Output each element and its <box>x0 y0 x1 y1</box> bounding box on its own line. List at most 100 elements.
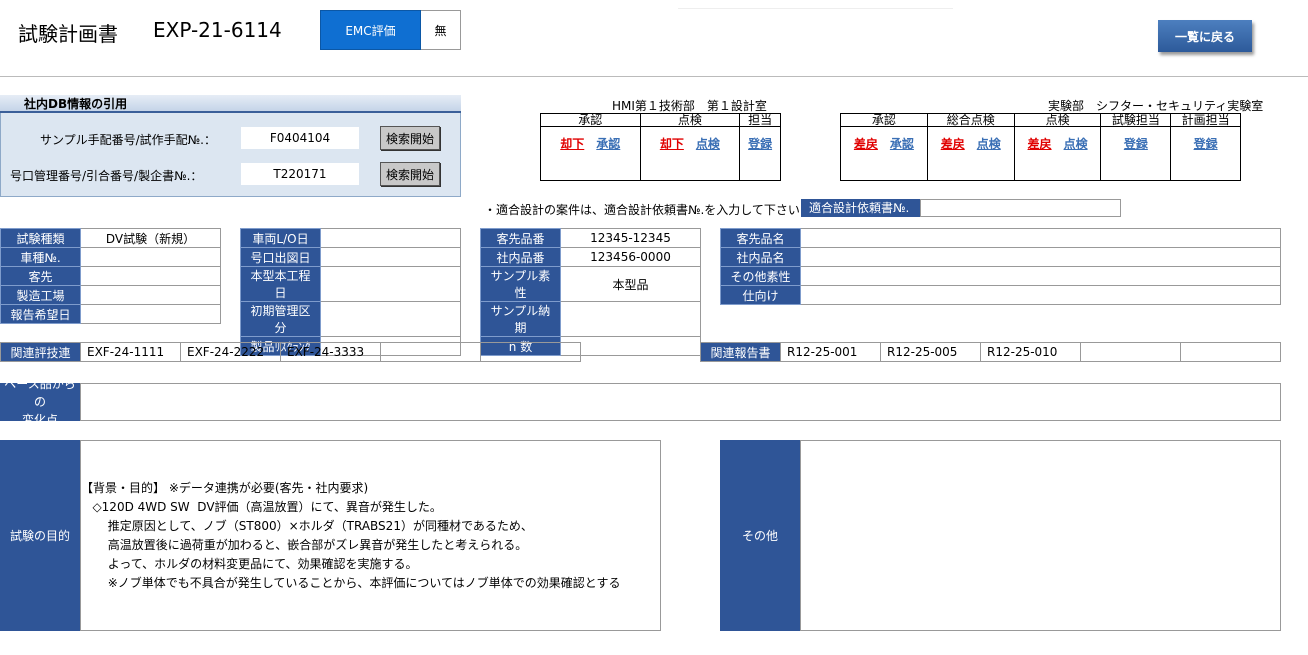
register-link[interactable]: 登録 <box>748 137 772 151</box>
approval-cell: 差戻 承認 <box>840 126 928 181</box>
test-approval-table: 承認 総合点検 点検 試験担当 計画担当 差戻 承認 差戻 点検 差戻 点検 登録 登… <box>840 113 1241 181</box>
approve-link[interactable]: 承認 <box>596 137 620 151</box>
customer-part-name-value[interactable] <box>800 228 1281 248</box>
reject-link[interactable]: 却下 <box>660 137 684 151</box>
customer-value[interactable] <box>80 266 221 286</box>
sample-delivery-value[interactable] <box>560 301 701 337</box>
related-evaluation-cell[interactable]: EXF-24-2222 <box>180 342 281 362</box>
field-label: 本型本工程日 <box>240 266 321 302</box>
test-purpose-text[interactable]: 【背景・目的】 ※データ連携が必要(客先・社内要求) ◇120D 4WD SW … <box>80 440 661 631</box>
search-sample-button[interactable]: 検索開始 <box>380 126 440 150</box>
purpose-line: 【背景・目的】 ※データ連携が必要(客先・社内要求) <box>81 481 369 495</box>
vehicle-lo-value[interactable] <box>320 228 461 248</box>
related-evaluation-row: 関連評技連 EXF-24-1111 EXF-24-2222 EXF-24-333… <box>0 342 581 362</box>
change-point-label: ベース品からの 変化点 <box>0 377 80 427</box>
related-report-row: 関連報告書 R12-25-001 R12-25-005 R12-25-010 <box>700 342 1281 362</box>
register-link[interactable]: 登録 <box>1124 137 1148 151</box>
factory-value[interactable] <box>80 285 221 305</box>
field-label: 製造工場 <box>0 285 81 305</box>
approve-link[interactable]: 承認 <box>890 137 914 151</box>
field-label: 客先品番 <box>480 228 561 248</box>
destination-value[interactable] <box>800 285 1281 305</box>
related-evaluation-cell[interactable] <box>380 342 481 362</box>
other-label: その他 <box>720 440 800 631</box>
related-report-cell[interactable]: R12-25-005 <box>880 342 981 362</box>
initial-control-value[interactable] <box>320 301 461 337</box>
sample-order-input[interactable]: F0404104 <box>241 127 359 149</box>
purpose-line: よって、ホルダの材料変更品にて、効果確認を実施する。 <box>81 557 418 571</box>
process-date-value[interactable] <box>320 266 461 302</box>
emc-evaluation-value[interactable]: 無 <box>421 10 461 50</box>
approval-cell: 却下 点検 <box>639 126 741 181</box>
change-point-input[interactable] <box>80 383 1281 421</box>
send-back-link[interactable]: 差戻 <box>941 137 965 151</box>
approval-cell: 差戻 点検 <box>926 126 1015 181</box>
test-department: 実験部 シフター・セキュリティ実験室 <box>1048 99 1264 113</box>
related-evaluation-cell[interactable]: EXF-24-1111 <box>80 342 181 362</box>
send-back-link[interactable]: 差戻 <box>854 137 878 151</box>
management-number-label: 号口管理番号/引合番号/製企書№.： <box>10 169 203 183</box>
send-back-link[interactable]: 差戻 <box>1028 137 1052 151</box>
field-label: サンプル素性 <box>480 266 561 302</box>
report-date-value[interactable] <box>80 304 221 324</box>
approval-cell: 登録 <box>1100 126 1172 181</box>
page-title: 試験計画書 <box>18 22 118 46</box>
approval-column-header: 計画担当 <box>1170 113 1241 127</box>
internal-part-value[interactable]: 123456-0000 <box>560 247 701 267</box>
internal-part-name-value[interactable] <box>800 247 1281 267</box>
document-number: EXP-21-6114 <box>153 18 282 42</box>
management-number-input[interactable]: T220171 <box>241 163 359 185</box>
request-number-input[interactable] <box>920 199 1121 217</box>
design-department: HMI第１技術部 第１設計室 <box>612 99 767 113</box>
approval-column-header: 承認 <box>840 113 928 127</box>
related-evaluation-cell[interactable] <box>480 342 581 362</box>
test-type-value[interactable]: DV試験（新規） <box>80 228 221 248</box>
inspect-link[interactable]: 点検 <box>977 137 1001 151</box>
part-name-grid: 客先品名 社内品名 その他素性 仕向け <box>720 228 1281 305</box>
approval-column-header: 試験担当 <box>1100 113 1172 127</box>
field-label: 試験種類 <box>0 228 81 248</box>
related-report-cell[interactable] <box>1180 342 1281 362</box>
related-report-cell[interactable] <box>1080 342 1181 362</box>
back-to-list-button[interactable]: 一覧に戻る <box>1158 20 1252 52</box>
request-note: ・適合設計の案件は、適合設計依頼書№.を入力して下さい <box>484 203 800 217</box>
sample-type-value[interactable]: 本型品 <box>560 266 701 302</box>
emc-evaluation-label: EMC評価 <box>320 10 421 50</box>
approval-cell: 却下 承認 <box>540 126 641 181</box>
field-label: 社内品名 <box>720 247 801 267</box>
reject-link[interactable]: 却下 <box>560 137 584 151</box>
field-label: 号口出図日 <box>240 247 321 267</box>
search-management-button[interactable]: 検索開始 <box>380 162 440 186</box>
field-label: その他素性 <box>720 266 801 286</box>
related-evaluation-cell[interactable]: EXF-24-3333 <box>280 342 381 362</box>
other-input[interactable] <box>800 440 1281 631</box>
other-type-value[interactable] <box>800 266 1281 286</box>
inspect-link[interactable]: 点検 <box>696 137 720 151</box>
field-label: サンプル納期 <box>480 301 561 337</box>
request-number-label: 適合設計依頼書№. <box>801 199 920 217</box>
design-approval-table: 承認 点検 担当 却下 承認 却下 点検 登録 <box>540 113 781 181</box>
field-label: 社内品番 <box>480 247 561 267</box>
purpose-line: ※ノブ単体でも不具合が発生していることから、本評価についてはノブ単体での効果確認… <box>81 576 621 590</box>
field-label: 車種№. <box>0 247 81 267</box>
field-label: 客先品名 <box>720 228 801 248</box>
top-divider <box>678 8 953 9</box>
related-report-cell[interactable]: R12-25-001 <box>780 342 881 362</box>
field-label: 仕向け <box>720 285 801 305</box>
related-report-cell[interactable]: R12-25-010 <box>980 342 1081 362</box>
schedule-grid: 車両L/O日 号口出図日 本型本工程日 初期管理区分 製品ﾘｽｸﾗﾝｸ <box>240 228 461 356</box>
drawing-date-value[interactable] <box>320 247 461 267</box>
approval-column-header: 担当 <box>739 113 781 127</box>
field-label: 報告希望日 <box>0 304 81 324</box>
customer-part-value[interactable]: 12345-12345 <box>560 228 701 248</box>
field-label: 初期管理区分 <box>240 301 321 337</box>
inspect-link[interactable]: 点検 <box>1064 137 1088 151</box>
register-link[interactable]: 登録 <box>1194 137 1218 151</box>
purpose-line: ◇120D 4WD SW DV評価（高温放置）にて、異音が発生した。 <box>81 500 442 514</box>
related-report-label: 関連報告書 <box>700 342 781 362</box>
purpose-line: 推定原因として、ノブ（ST800）×ホルダ（TRABS21）が同種材であるため、 <box>81 519 533 533</box>
header-divider <box>0 76 1308 77</box>
n-count-value[interactable] <box>560 336 701 356</box>
db-panel-title: 社内DB情報の引用 <box>0 95 461 113</box>
vehicle-no-value[interactable] <box>80 247 221 267</box>
